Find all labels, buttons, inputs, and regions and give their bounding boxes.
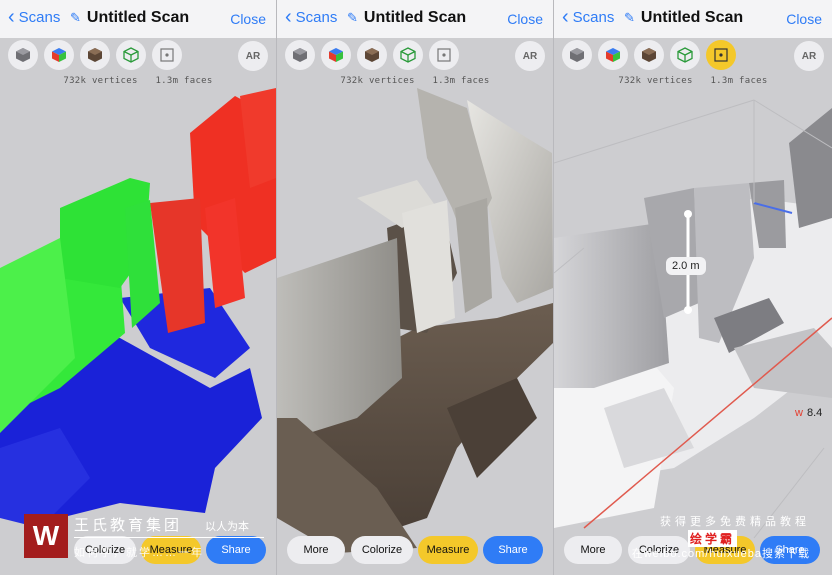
back-button[interactable]: ‹ Scans xyxy=(285,6,338,28)
watermark-tagline: 以人为本 xyxy=(205,521,249,533)
vertex-count: 732k vertices xyxy=(340,76,415,86)
title-text: Untitled Scan xyxy=(86,9,190,26)
pencil-icon[interactable]: ✎ xyxy=(347,10,358,26)
close-button[interactable]: Close xyxy=(507,11,543,27)
pencil-icon[interactable]: ✎ xyxy=(70,10,81,26)
more-button[interactable]: More xyxy=(287,536,345,564)
height-measurement-label: 2.0 m xyxy=(666,257,706,275)
view-mode-toolbar: AR xyxy=(0,40,276,72)
view-mode-toolbar: AR xyxy=(277,40,553,72)
bounding-box-icon[interactable] xyxy=(706,40,736,70)
width-measurement-label: w 8.4 xyxy=(795,407,822,419)
solid-cube-icon[interactable] xyxy=(8,40,38,70)
back-label: Scans xyxy=(18,8,61,26)
mesh-stats: 732k vertices 1.3m faces xyxy=(554,76,832,86)
measure-button[interactable]: Measure xyxy=(418,536,478,564)
watermark-tutorial-text: 获得更多免费精品教程 xyxy=(660,516,810,528)
watermark-company-name: 王氏教育集团 xyxy=(74,517,183,534)
width-axis-label: w xyxy=(795,407,803,419)
ar-button[interactable]: AR xyxy=(515,41,545,71)
scan-title[interactable]: ✎ Untitled Scan xyxy=(70,9,189,27)
textured-cube-icon[interactable] xyxy=(634,40,664,70)
back-label: Scans xyxy=(295,8,338,26)
close-button[interactable]: Close xyxy=(230,11,266,27)
face-count: 1.3m faces xyxy=(710,76,768,86)
vertex-count: 732k vertices xyxy=(63,76,138,86)
share-button[interactable]: Share xyxy=(483,536,543,564)
close-button[interactable]: Close xyxy=(786,11,822,27)
solid-cube-icon[interactable] xyxy=(562,40,592,70)
wireframe-cube-icon[interactable] xyxy=(393,40,423,70)
scan-title[interactable]: ✎ Untitled Scan xyxy=(347,9,466,27)
pencil-icon[interactable]: ✎ xyxy=(624,10,635,26)
color-cube-icon[interactable] xyxy=(321,40,351,70)
more-button[interactable]: More xyxy=(564,536,622,564)
solid-cube-icon[interactable] xyxy=(285,40,315,70)
bounding-box-icon[interactable] xyxy=(429,40,459,70)
back-label: Scans xyxy=(572,8,615,26)
scan-view-measure: 2.0 m w 8.4 ‹ Scans ✎ Untitled Scan Close… xyxy=(554,0,832,575)
action-bar: More Colorize Measure Share xyxy=(277,536,553,564)
title-text: Untitled Scan xyxy=(640,9,744,26)
textured-mesh-scene[interactable] xyxy=(277,88,553,575)
back-button[interactable]: ‹ Scans xyxy=(562,6,615,28)
view-mode-toolbar: AR xyxy=(554,40,832,72)
mesh-stats: 732k vertices 1.3m faces xyxy=(0,76,276,86)
bounding-box-icon[interactable] xyxy=(152,40,182,70)
ar-button[interactable]: AR xyxy=(794,41,824,71)
title-text: Untitled Scan xyxy=(363,9,467,26)
vertex-count: 732k vertices xyxy=(618,76,693,86)
color-cube-icon[interactable] xyxy=(44,40,74,70)
nav-bar: ‹ Scans ✎ Untitled Scan Close xyxy=(0,0,276,38)
face-count: 1.3m faces xyxy=(432,76,490,86)
colorize-button[interactable]: Colorize xyxy=(351,536,413,564)
wireframe-cube-icon[interactable] xyxy=(670,40,700,70)
width-value: 8.4 xyxy=(806,407,823,419)
share-button[interactable]: Share xyxy=(206,536,266,564)
watermark-slogan: 如何学，就学……一年 xyxy=(74,547,204,559)
chevron-left-icon: ‹ xyxy=(285,6,292,28)
scan-view-textured: ‹ Scans ✎ Untitled Scan Close AR 732k ve… xyxy=(277,0,553,575)
scan-view-normals: ‹ Scans ✎ Untitled Scan Close AR 732k ve… xyxy=(0,0,276,575)
textured-cube-icon[interactable] xyxy=(80,40,110,70)
measure-mesh-scene[interactable] xyxy=(554,88,832,575)
color-cube-icon[interactable] xyxy=(598,40,628,70)
chevron-left-icon: ‹ xyxy=(562,6,569,28)
nav-bar: ‹ Scans ✎ Untitled Scan Close xyxy=(277,0,553,38)
wireframe-cube-icon[interactable] xyxy=(116,40,146,70)
nav-bar: ‹ Scans ✎ Untitled Scan Close xyxy=(554,0,832,38)
normals-mesh-scene[interactable] xyxy=(0,88,276,575)
mesh-stats: 732k vertices 1.3m faces xyxy=(277,76,553,86)
watermark-bottom-text: 在weibo.com/huixueba搜索下载 xyxy=(631,548,810,560)
textured-cube-icon[interactable] xyxy=(357,40,387,70)
face-count: 1.3m faces xyxy=(155,76,213,86)
ar-button[interactable]: AR xyxy=(238,41,268,71)
chevron-left-icon: ‹ xyxy=(8,6,15,28)
watermark-divider xyxy=(74,537,264,538)
scan-title[interactable]: ✎ Untitled Scan xyxy=(624,9,743,27)
company-logo: W xyxy=(24,514,68,558)
back-button[interactable]: ‹ Scans xyxy=(8,6,61,28)
